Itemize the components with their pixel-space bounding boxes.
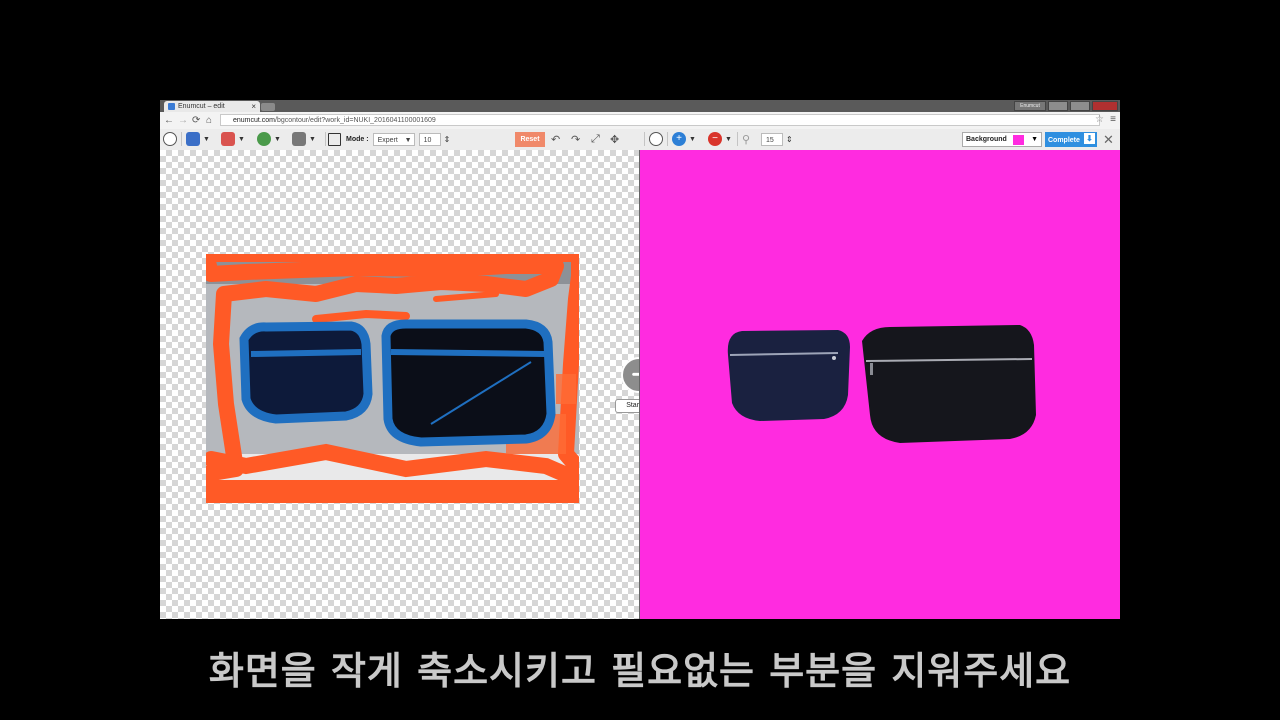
chevron-down-icon: ▼: [309, 135, 316, 143]
reset-button[interactable]: Reset: [515, 132, 545, 147]
background-color-swatch: [1013, 135, 1024, 145]
address-bar: ← → ⟳ ⌂ enumcut.com/bgcontour/edit?work_…: [160, 112, 1120, 130]
add-area-dropdown[interactable]: + ▼: [672, 131, 696, 147]
maximize-button[interactable]: [1070, 101, 1090, 111]
chevron-down-icon: ▼: [274, 135, 281, 143]
mode-value: Expert: [377, 136, 398, 144]
undo-icon: ↶: [551, 133, 561, 146]
remove-icon: −: [708, 132, 722, 146]
chevron-down-icon: ▼: [203, 135, 210, 143]
redo-icon: ↷: [571, 133, 581, 146]
large-bag-cutout: [862, 325, 1036, 443]
brush-size-stepper-icon[interactable]: ⇕: [444, 135, 451, 144]
bag-foreground-stroke: [250, 349, 362, 357]
crop-tool-button[interactable]: [328, 131, 341, 147]
source-canvas[interactable]: ➜ Start Cut: [160, 150, 665, 619]
brush-size-stepper-icon[interactable]: ⇕: [786, 135, 793, 144]
window-close-button[interactable]: [1092, 101, 1118, 111]
bag-icon: [221, 132, 235, 146]
bookmark-star-icon[interactable]: ☆: [1095, 114, 1104, 125]
tab-title: Enumcut – edit: [178, 103, 225, 110]
tab-close-icon[interactable]: ×: [251, 101, 256, 112]
magnify-button[interactable]: ⚲: [742, 131, 750, 147]
redo-button[interactable]: ↷: [571, 131, 580, 147]
large-bag-marked: [381, 319, 556, 447]
toolbar-divider: [644, 132, 645, 146]
brush-size-right-control: 15 ⇕: [761, 131, 793, 147]
user-profile-button[interactable]: Enumcut: [1014, 101, 1046, 111]
reload-icon[interactable]: ⟳: [192, 114, 200, 127]
eraser-tool-dropdown[interactable]: ▼: [292, 131, 316, 147]
forward-icon[interactable]: →: [178, 114, 188, 127]
plant-icon: [257, 132, 271, 146]
close-editor-icon[interactable]: ✕: [1101, 132, 1116, 147]
result-bags: [727, 325, 1036, 443]
small-bag-cutout: [727, 330, 850, 421]
chevron-down-icon: ▼: [1031, 136, 1038, 143]
person-icon: [186, 132, 200, 146]
browser-window: Enumcut – edit × Enumcut ← → ⟳ ⌂ enumcut…: [160, 100, 1120, 619]
download-icon: ⬇: [1084, 133, 1095, 144]
right-pen-tool-button[interactable]: [649, 131, 663, 147]
mode-control: Mode : Expert ▼ 10 ⇕: [346, 131, 450, 147]
person-tool-dropdown[interactable]: ▼: [186, 131, 210, 147]
toolbar-divider: [181, 132, 182, 146]
plant-tool-dropdown[interactable]: ▼: [257, 131, 281, 147]
bag-tool-dropdown[interactable]: ▼: [221, 131, 245, 147]
background-marker-stroke: [312, 309, 410, 323]
home-icon[interactable]: ⌂: [206, 114, 212, 127]
toolbar-divider: [737, 132, 738, 146]
chevron-down-icon: ▼: [404, 136, 412, 144]
background-label: Background: [966, 136, 1007, 143]
back-icon[interactable]: ←: [164, 114, 174, 127]
complete-label: Complete: [1048, 137, 1080, 144]
title-bar: Enumcut – edit × Enumcut: [160, 100, 1120, 112]
pen-tool-button[interactable]: [163, 131, 177, 147]
pen-icon: [649, 132, 663, 146]
window-controls: Enumcut: [1014, 101, 1118, 111]
pen-icon: [163, 132, 177, 146]
editor-toolbar: ▼ ▼ ▼ ▼ Mode : Expert ▼ 10 ⇕ Reset ↶ ↷ ⤢ …: [160, 129, 1120, 151]
small-bag-marked: [239, 321, 373, 424]
undo-button[interactable]: ↶: [551, 131, 560, 147]
chevron-down-icon: ▼: [725, 135, 732, 143]
zipper-pull: [832, 356, 836, 360]
orange-block: [556, 374, 576, 404]
complete-button[interactable]: Complete ⬇: [1045, 132, 1097, 147]
move-icon: ✥: [610, 133, 620, 146]
toolbar-divider: [325, 132, 326, 146]
toolbar-divider: [667, 132, 668, 146]
fit-screen-button[interactable]: ⤢: [591, 131, 600, 147]
browser-tab[interactable]: Enumcut – edit ×: [164, 101, 260, 112]
result-canvas[interactable]: [640, 150, 1120, 619]
mode-select[interactable]: Expert ▼: [372, 132, 415, 146]
eraser-icon: [292, 132, 306, 146]
zipper-pull: [870, 363, 873, 375]
magnify-icon: ⚲: [742, 133, 751, 146]
mode-label: Mode :: [346, 135, 369, 143]
bag-foreground-stroke: [390, 349, 547, 357]
remove-area-dropdown[interactable]: − ▼: [708, 131, 732, 147]
brush-size-left-input[interactable]: 10: [418, 132, 441, 146]
brush-size-right-input[interactable]: 15: [761, 132, 783, 146]
move-button[interactable]: ✥: [610, 131, 619, 147]
url-input[interactable]: enumcut.com/bgcontour/edit?work_id=NUKI_…: [220, 114, 1100, 126]
chevron-down-icon: ▼: [689, 135, 696, 143]
url-path: /bgcontour/edit?work_id=NUKI_20160411000…: [275, 117, 436, 124]
background-select[interactable]: Background ▼: [962, 132, 1042, 147]
crop-icon: [328, 132, 341, 146]
fit-icon: ⤢: [591, 132, 600, 145]
enumcut-favicon-icon: [168, 103, 175, 110]
video-subtitle: 화면을 작게 축소시키고 필요없는 부분을 지워주세요: [208, 649, 1072, 693]
new-tab-button[interactable]: [261, 103, 275, 111]
browser-menu-icon[interactable]: ≡: [1110, 114, 1116, 125]
add-icon: +: [672, 132, 686, 146]
chevron-down-icon: ▼: [238, 135, 245, 143]
minimize-button[interactable]: [1048, 101, 1068, 111]
source-photo[interactable]: [206, 254, 579, 503]
url-domain: enumcut.com: [233, 117, 276, 124]
